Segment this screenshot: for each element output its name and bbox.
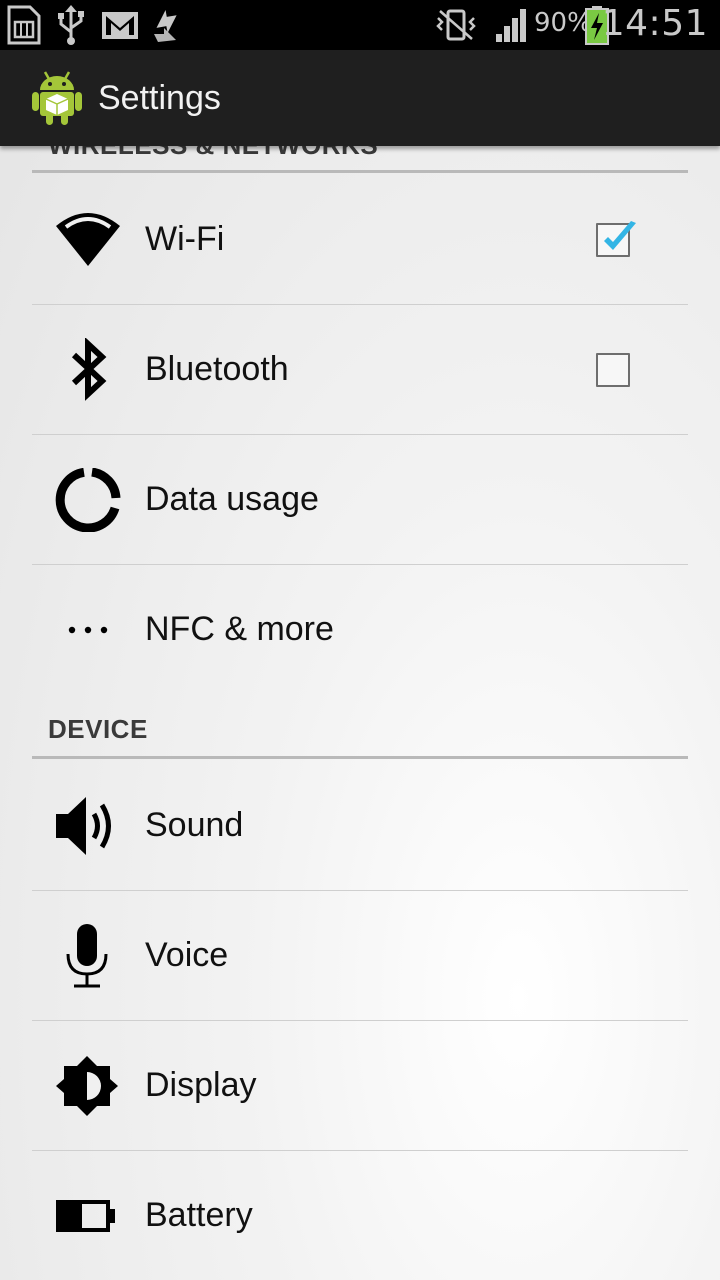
signal-icon	[494, 6, 530, 49]
section-divider	[32, 756, 688, 759]
section-header-device: DEVICE	[48, 714, 148, 744]
section-divider	[32, 170, 688, 173]
settings-item-label: Display	[145, 1066, 257, 1104]
android-settings-icon[interactable]	[30, 68, 84, 131]
battery-icon	[52, 1184, 124, 1248]
settings-item-label: Sound	[145, 806, 244, 844]
wifi-checkbox[interactable]	[596, 221, 636, 257]
settings-item-wifi[interactable]: Wi-Fi	[32, 175, 688, 305]
settings-item-bluetooth[interactable]: Bluetooth	[32, 305, 688, 435]
more-icon	[52, 598, 124, 662]
page-title: Settings	[98, 79, 221, 117]
bluetooth-icon	[52, 337, 124, 402]
display-brightness-icon	[52, 1054, 124, 1118]
gmail-icon	[100, 4, 140, 51]
microphone-icon	[52, 924, 124, 988]
usb-icon	[56, 4, 86, 51]
settings-item-label: Data usage	[145, 480, 319, 518]
sim-card-icon	[6, 4, 42, 51]
data-usage-icon	[52, 467, 124, 533]
settings-item-nfc-more[interactable]: NFC & more	[32, 565, 688, 695]
settings-item-battery[interactable]: Battery	[32, 1151, 688, 1280]
action-bar: Settings	[0, 50, 720, 146]
status-bar: 90% 14:51	[0, 0, 720, 50]
clock: 14:51	[601, 3, 708, 44]
vibrate-icon	[436, 8, 476, 47]
settings-item-voice[interactable]: Voice	[32, 891, 688, 1021]
settings-item-sound[interactable]: Sound	[32, 761, 688, 891]
settings-item-label: Voice	[145, 936, 229, 974]
settings-item-label: Wi-Fi	[145, 220, 225, 258]
settings-item-data-usage[interactable]: Data usage	[32, 435, 688, 565]
settings-item-label: Battery	[145, 1196, 253, 1234]
sync-icon	[150, 4, 184, 51]
settings-list[interactable]: WIRELESS & NETWORKS Wi-Fi Bluetooth	[0, 146, 720, 1280]
settings-item-display[interactable]: Display	[32, 1021, 688, 1151]
wifi-icon	[52, 208, 124, 272]
sound-icon	[52, 794, 124, 858]
settings-item-label: Bluetooth	[145, 350, 289, 388]
section-header-wireless: WIRELESS & NETWORKS	[48, 146, 378, 161]
bluetooth-checkbox[interactable]	[596, 353, 630, 387]
settings-item-label: NFC & more	[145, 610, 334, 648]
